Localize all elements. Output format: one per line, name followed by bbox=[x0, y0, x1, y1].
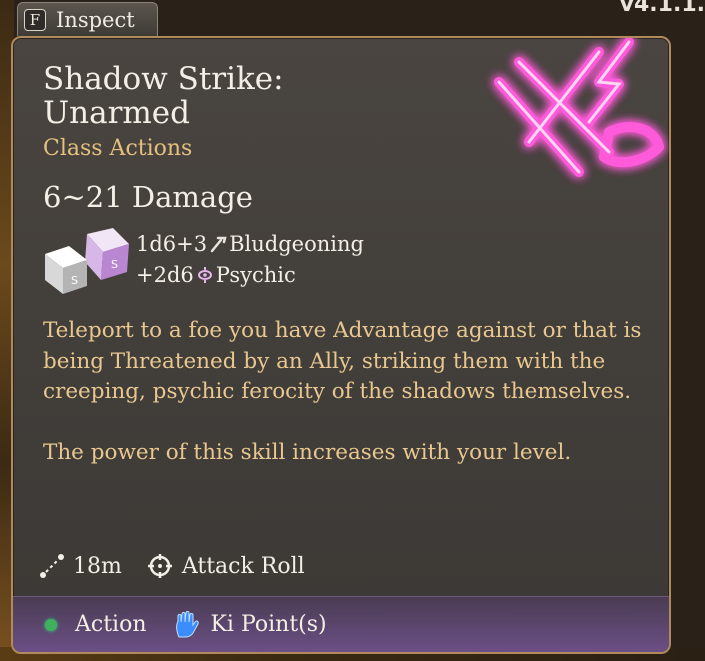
damage-dice: 1d6+3 bbox=[136, 232, 208, 256]
inspect-label: Inspect bbox=[56, 7, 135, 32]
range-icon bbox=[40, 554, 64, 578]
tooltip-panel: Shadow Strike: Unarmed Class Actions 6~2… bbox=[11, 36, 671, 654]
keybind-badge: F bbox=[24, 8, 46, 31]
bludgeon-icon bbox=[210, 236, 227, 253]
version-label: v4.1.1. bbox=[619, 0, 705, 17]
ki-hand-icon bbox=[175, 610, 199, 637]
spell-stats: 18m Attack Roll bbox=[39, 552, 329, 580]
svg-text:S: S bbox=[71, 274, 78, 287]
spell-description: Teleport to a foe you have Advantage aga… bbox=[43, 316, 643, 498]
damage-line-psychic: +2d6 Psychic bbox=[136, 263, 296, 287]
cost-footer: Action Ki Point(s) bbox=[13, 596, 669, 652]
inspect-button[interactable]: F Inspect bbox=[17, 2, 158, 36]
spell-title: Shadow Strike: Unarmed bbox=[43, 62, 463, 130]
ki-cost-label: Ki Point(s) bbox=[210, 612, 327, 637]
description-paragraph: The power of this skill increases with y… bbox=[43, 439, 572, 465]
roll-type: Attack Roll bbox=[181, 553, 305, 579]
damage-total: 6~21 Damage bbox=[43, 180, 253, 214]
shadow-strike-emblem-icon bbox=[494, 38, 664, 177]
action-cost-label: Action bbox=[75, 612, 147, 637]
spell-title-line2: Unarmed bbox=[43, 95, 190, 131]
spell-title-line1: Shadow Strike: bbox=[43, 61, 284, 97]
ki-cost: Ki Point(s) bbox=[173, 610, 327, 639]
damage-type: Bludgeoning bbox=[229, 232, 364, 256]
description-paragraph: Teleport to a foe you have Advantage aga… bbox=[43, 318, 642, 404]
action-dot-icon bbox=[45, 618, 57, 631]
range-value: 18m bbox=[73, 553, 122, 579]
psychic-icon bbox=[197, 267, 212, 283]
damage-line-bludgeoning: 1d6+3 Bludgeoning bbox=[136, 232, 364, 256]
action-cost: Action bbox=[45, 612, 147, 637]
damage-dice: +2d6 bbox=[136, 263, 194, 287]
dice-icon: S S bbox=[45, 228, 129, 294]
svg-text:S: S bbox=[111, 258, 118, 271]
spell-category: Class Actions bbox=[43, 136, 193, 161]
range-stat: 18m bbox=[39, 553, 122, 579]
roll-stat: Attack Roll bbox=[146, 552, 305, 580]
target-icon bbox=[147, 554, 172, 578]
damage-type: Psychic bbox=[215, 263, 296, 287]
